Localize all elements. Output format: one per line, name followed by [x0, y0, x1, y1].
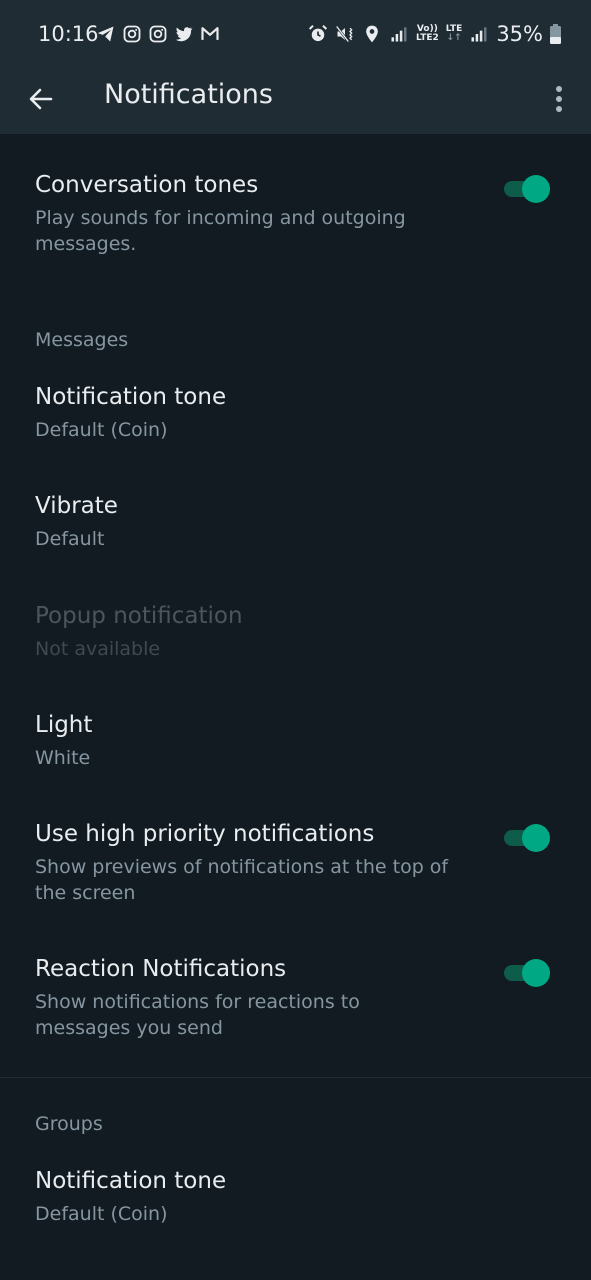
setting-value: Default (Coin)	[35, 1203, 168, 1225]
conversation-tones-toggle[interactable]	[504, 173, 550, 203]
instagram-icon	[123, 25, 141, 43]
location-icon	[366, 25, 378, 43]
arrow-left-icon[interactable]	[24, 82, 58, 116]
signal-icon	[471, 27, 487, 42]
setting-value: Not available	[35, 638, 161, 660]
system-icons: Vo)) LTE2 LTE ↓↑ 35%	[308, 22, 561, 46]
section-header-groups: Groups	[35, 1113, 103, 1135]
setting-subtitle: Show previews of notifications at the to…	[35, 856, 449, 904]
vibrate-mute-icon	[335, 25, 353, 43]
conversation-tones-setting[interactable]: Conversation tones Play sounds for incom…	[0, 160, 591, 270]
section-divider	[0, 1077, 591, 1078]
reaction-notifications-toggle[interactable]	[504, 957, 550, 987]
high-priority-toggle[interactable]	[504, 822, 550, 852]
setting-title: Use high priority notifications	[35, 821, 375, 847]
lte-icon: LTE ↓↑	[445, 24, 463, 43]
setting-title: Notification tone	[35, 384, 227, 410]
setting-title: Reaction Notifications	[35, 956, 287, 982]
status-bar: 10:16 Vo)) LTE2 LTE ↓↑ 35%	[0, 0, 591, 70]
light-setting[interactable]: Light White	[0, 700, 591, 800]
setting-title: Popup notification	[35, 603, 243, 629]
battery-icon	[550, 24, 561, 44]
signal-icon	[391, 27, 407, 42]
high-priority-setting[interactable]: Use high priority notifications Show pre…	[0, 809, 591, 919]
page-title: Notifications	[104, 79, 273, 110]
more-vert-icon[interactable]	[547, 82, 571, 116]
telegram-icon	[97, 26, 114, 42]
setting-value: White	[35, 747, 91, 769]
section-header-messages: Messages	[35, 329, 129, 351]
vibrate-setting[interactable]: Vibrate Default	[0, 481, 591, 581]
setting-title: Conversation tones	[35, 172, 259, 198]
setting-title: Light	[35, 712, 93, 738]
gmail-icon	[201, 27, 219, 40]
instagram-icon	[149, 25, 167, 43]
group-notification-tone-setting[interactable]: Notification tone Default (Coin)	[0, 1156, 591, 1256]
setting-value: Default (Coin)	[35, 419, 168, 441]
alarm-icon	[308, 24, 328, 42]
setting-title: Vibrate	[35, 493, 118, 519]
reaction-notifications-setting[interactable]: Reaction Notifications Show notification…	[0, 944, 591, 1054]
status-time: 10:16	[38, 22, 99, 46]
setting-title: Notification tone	[35, 1168, 227, 1194]
twitter-icon	[175, 27, 193, 42]
volte-icon: Vo)) LTE2	[415, 24, 439, 43]
app-bar: Notifications	[0, 70, 591, 134]
notification-icons	[96, 24, 220, 44]
message-notification-tone-setting[interactable]: Notification tone Default (Coin)	[0, 372, 591, 472]
setting-value: Default	[35, 528, 105, 550]
popup-notification-setting: Popup notification Not available	[0, 591, 591, 691]
setting-subtitle: Play sounds for incoming and outgoing me…	[35, 207, 406, 255]
battery-percent: 35%	[496, 22, 543, 46]
setting-subtitle: Show notifications for reactions to mess…	[35, 991, 360, 1039]
